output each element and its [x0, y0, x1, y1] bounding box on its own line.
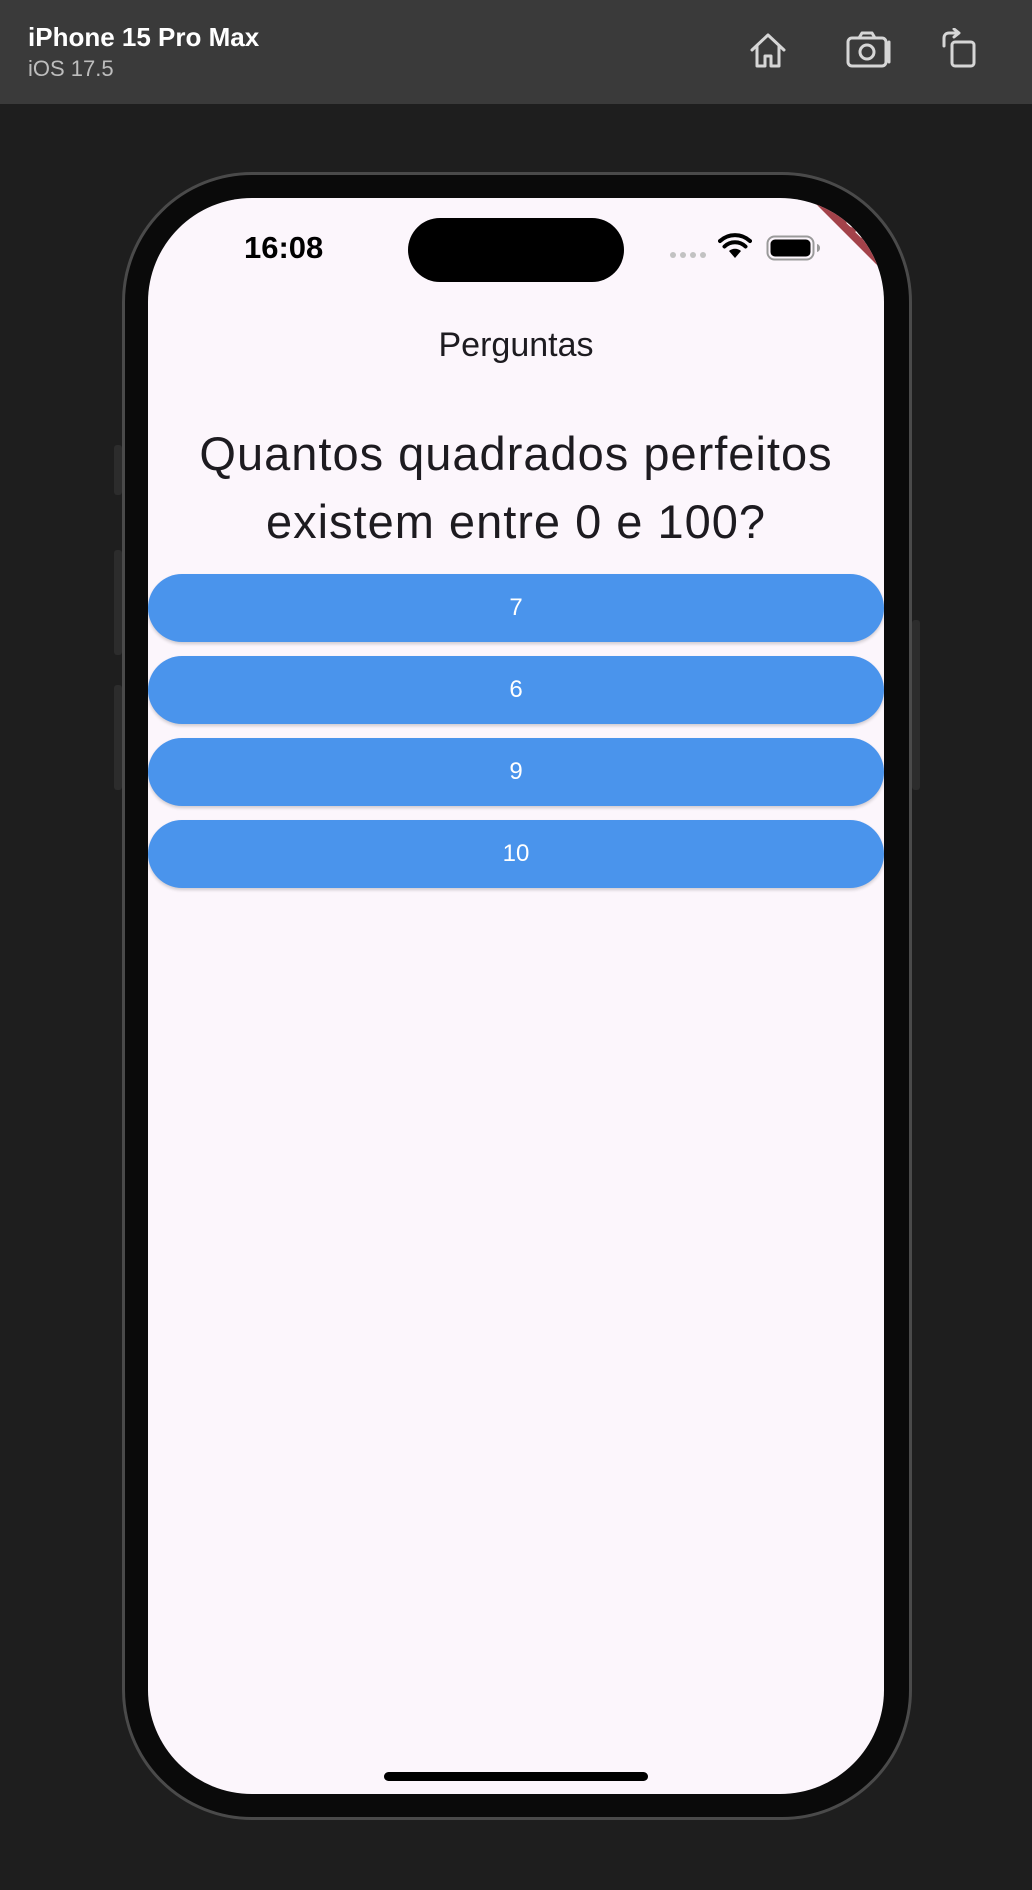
action-button	[114, 445, 122, 495]
simulator-toolbar: iPhone 15 Pro Max iOS 17.5	[0, 0, 1032, 104]
answer-button-10[interactable]: 10	[148, 820, 884, 888]
volume-up-button	[114, 550, 122, 655]
rotate-button[interactable]	[934, 24, 986, 76]
device-screen: 16:08 DEBUG Perguntas Quantos quadrados …	[148, 198, 884, 1794]
wifi-icon	[718, 233, 752, 258]
battery-icon	[766, 235, 820, 261]
app-bar-title: Perguntas	[438, 326, 594, 364]
volume-down-button	[114, 685, 122, 790]
answer-list: 7 6 9 10	[148, 574, 884, 888]
home-indicator[interactable]	[384, 1772, 648, 1781]
screenshot-icon	[846, 31, 891, 68]
status-time: 16:08	[244, 230, 324, 265]
rotate-icon	[942, 28, 976, 68]
home-button[interactable]	[742, 24, 794, 76]
os-version: iOS 17.5	[28, 56, 114, 81]
answer-button-9[interactable]: 9	[148, 738, 884, 806]
dynamic-island	[408, 218, 624, 282]
question-text: Quantos quadrados perfeitos existem entr…	[199, 427, 833, 548]
power-button	[912, 620, 920, 790]
cellular-signal-icon	[670, 252, 706, 258]
home-icon	[750, 33, 786, 68]
device-name: iPhone 15 Pro Max	[28, 22, 260, 52]
answer-button-7[interactable]: 7	[148, 574, 884, 642]
screenshot-button[interactable]	[843, 24, 895, 76]
answer-button-6[interactable]: 6	[148, 656, 884, 724]
